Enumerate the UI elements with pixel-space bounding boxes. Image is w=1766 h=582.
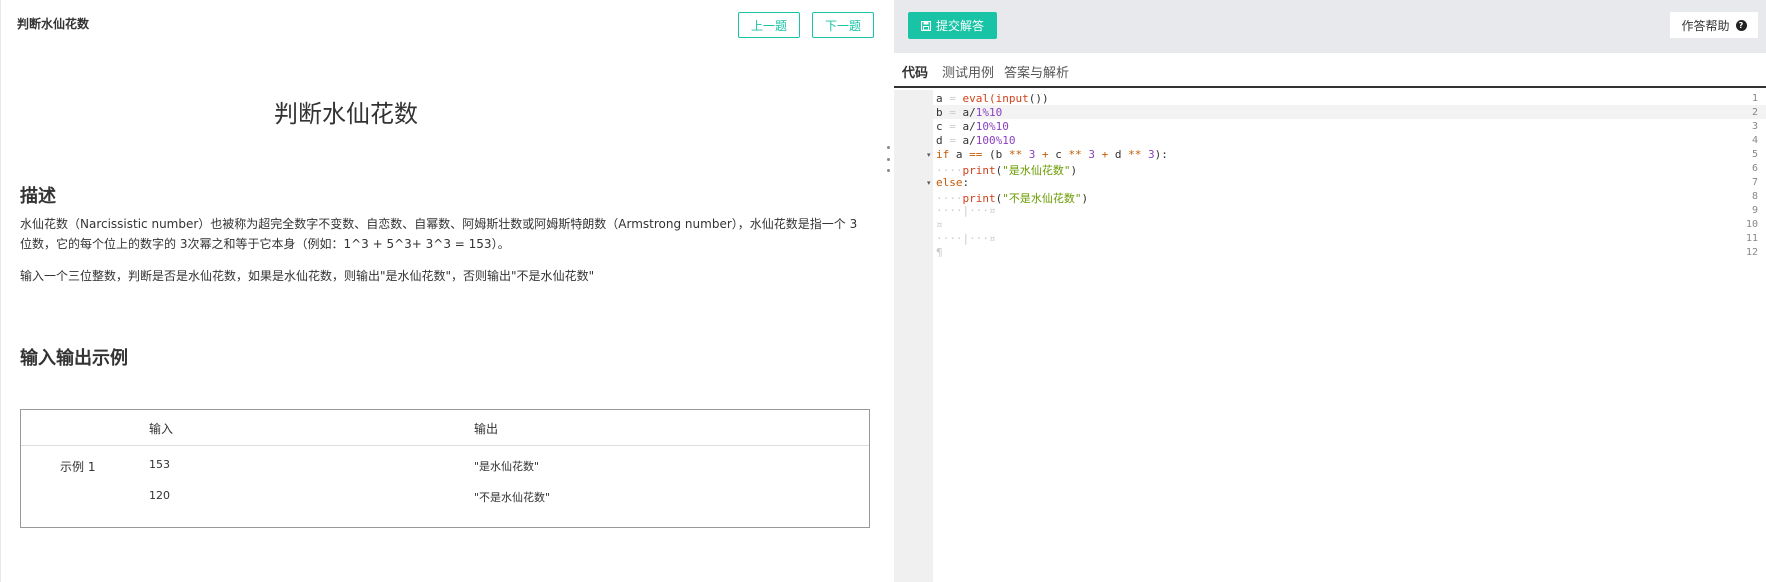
io-table-header: 输入 输出 — [21, 410, 869, 446]
fold-arrow-icon[interactable]: ▾ — [927, 151, 931, 159]
line-number: 7 — [1751, 177, 1758, 188]
line-number: 10 — [1745, 219, 1758, 230]
example-input-1: 153 — [149, 458, 170, 471]
description-paragraph-1: 水仙花数（Narcissistic number）也被称为超完全数字不变数、自恋… — [20, 217, 858, 251]
code-line: ····|···¤ — [936, 232, 996, 245]
problem-panel: 判断水仙花数 上一题 下一题 判断水仙花数 描述 水仙花数（Narcissist… — [0, 0, 894, 582]
line-number: 12 — [1745, 247, 1758, 258]
line-number: 11 — [1745, 233, 1758, 244]
line-number: 8 — [1751, 191, 1758, 202]
code-line: ¶ — [936, 246, 943, 259]
editor-panel: 提交解答 作答帮助 ? 代码 测试用例 答案与解析 1 2 3 4 5 6 7 … — [894, 0, 1766, 582]
active-tab-indicator — [894, 86, 934, 88]
question-circle-icon: ? — [1735, 19, 1747, 31]
tab-test-cases[interactable]: 测试用例 — [942, 62, 994, 81]
code-line: ¤ — [936, 218, 943, 231]
help-button[interactable]: 作答帮助 ? — [1670, 12, 1758, 38]
line-number: 5 — [1751, 149, 1758, 160]
code-line: else: — [936, 176, 970, 189]
example-output-2: "不是水仙花数" — [474, 491, 551, 504]
tab-code[interactable]: 代码 — [902, 62, 928, 81]
editor-tabs: 代码 测试用例 答案与解析 — [894, 53, 1766, 88]
code-line: a = eval(input()) — [936, 92, 1049, 105]
page-title: 判断水仙花数 — [274, 100, 418, 128]
line-number: 3 — [1751, 121, 1758, 132]
description-heading: 描述 — [20, 186, 56, 207]
line-number: 9 — [1751, 205, 1758, 216]
line-number: 1 — [1751, 93, 1758, 104]
line-number-gutter — [894, 90, 933, 582]
active-line-highlight — [933, 105, 1766, 119]
io-example-table: 输入 输出 示例 1 153 "是水仙花数" 120 "不是水仙花数" — [20, 409, 870, 528]
next-question-button[interactable]: 下一题 — [812, 12, 874, 38]
tab-answer-analysis[interactable]: 答案与解析 — [1004, 62, 1069, 81]
code-line: if a == (b ** 3 + c ** 3 + d ** 3): — [936, 148, 1168, 161]
save-icon — [920, 20, 931, 31]
code-line: ····|···¤ — [936, 204, 996, 217]
input-column-header: 输入 — [149, 422, 174, 436]
line-number: 6 — [1751, 163, 1758, 174]
prev-question-button[interactable]: 上一题 — [738, 12, 800, 38]
line-number: 4 — [1751, 135, 1758, 146]
fold-arrow-icon[interactable]: ▾ — [927, 179, 931, 187]
description-paragraph-2: 输入一个三位整数，判断是否是水仙花数，如果是水仙花数，则输出"是水仙花数"，否则… — [20, 269, 595, 283]
help-label: 作答帮助 — [1681, 18, 1730, 33]
editor-toolbar: 提交解答 作答帮助 ? — [894, 0, 1766, 53]
io-example-heading: 输入输出示例 — [20, 348, 128, 369]
example-label: 示例 1 — [60, 460, 96, 474]
example-input-2: 120 — [149, 489, 170, 502]
header-title: 判断水仙花数 — [17, 17, 90, 31]
submit-answer-label: 提交解答 — [935, 19, 984, 33]
code-line: c = a/10%10 — [936, 120, 1009, 133]
submit-answer-button[interactable]: 提交解答 — [908, 12, 997, 39]
line-number: 2 — [1751, 107, 1758, 118]
code-line: b = a/1%10 — [936, 106, 1003, 119]
code-line: d = a/100%10 — [936, 134, 1016, 147]
code-editor[interactable]: 1 2 3 4 5 6 7 8 9 10 11 12 ▾ ▾ a = eval(… — [894, 90, 1766, 582]
pane-resize-handle[interactable] — [887, 146, 891, 172]
example-output-1: "是水仙花数" — [474, 460, 540, 473]
output-column-header: 输出 — [474, 422, 499, 436]
